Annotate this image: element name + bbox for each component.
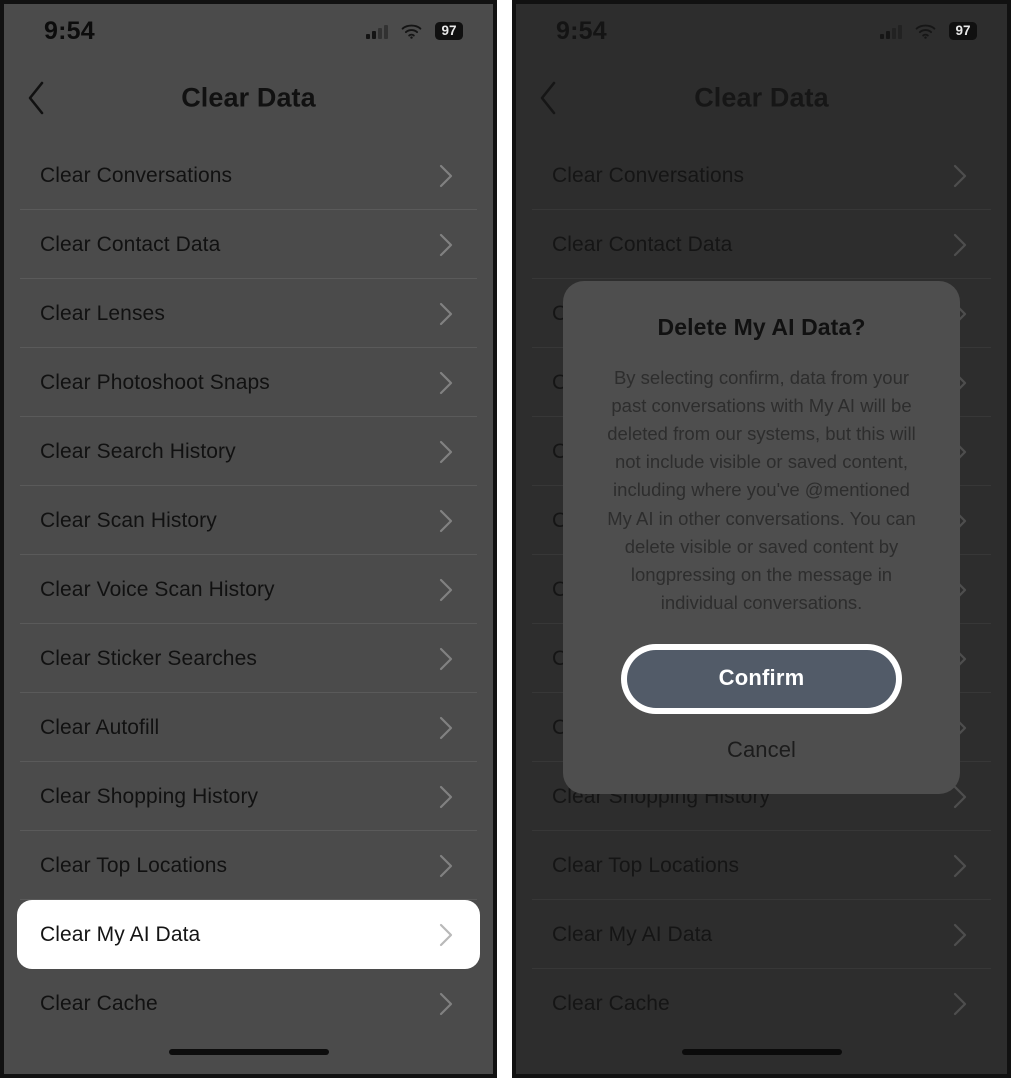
list-item-label: Clear Search History — [40, 439, 236, 463]
chevron-right-icon — [439, 716, 453, 740]
chevron-right-icon — [439, 371, 453, 395]
status-bar: 9:54 97 — [0, 0, 497, 62]
list-item[interactable]: Clear Sticker Searches — [0, 624, 497, 693]
list-item-label: Clear Lenses — [40, 301, 165, 325]
status-bar-clock: 9:54 — [44, 16, 95, 45]
list-item-label: Clear Voice Scan History — [40, 577, 275, 601]
chevron-right-icon — [439, 233, 453, 257]
list-item[interactable]: Clear Scan History — [0, 486, 497, 555]
chevron-right-icon — [439, 992, 453, 1016]
chevron-right-icon — [439, 164, 453, 188]
list-item-label: Clear Shopping History — [40, 784, 259, 808]
screenshot-stage: 9:54 97 Clear Data Clear Conversations Cl — [0, 0, 1011, 1078]
list-item-label: Clear My AI Data — [40, 922, 201, 946]
list-item-label: Clear Scan History — [40, 508, 217, 532]
list-item[interactable]: Clear Voice Scan History — [0, 555, 497, 624]
list-item[interactable]: Clear Shopping History — [0, 762, 497, 831]
navigation-bar: Clear Data — [0, 62, 497, 134]
list-item[interactable]: Clear Contact Data — [0, 210, 497, 279]
phone-screen-list: 9:54 97 Clear Data Clear Conversations Cl — [0, 0, 497, 1078]
list-item-label: Clear Top Locations — [40, 853, 228, 877]
list-item-label: Clear Conversations — [40, 163, 233, 187]
chevron-right-icon — [439, 854, 453, 878]
chevron-right-icon — [439, 578, 453, 602]
battery-icon: 97 — [435, 22, 463, 40]
list-item[interactable]: Clear Top Locations — [0, 831, 497, 900]
list-item-label: Clear Cache — [40, 991, 158, 1015]
list-item[interactable]: Clear Search History — [0, 417, 497, 486]
list-item-label: Clear Photoshoot Snaps — [40, 370, 270, 394]
chevron-right-icon — [439, 509, 453, 533]
chevron-right-icon — [439, 647, 453, 671]
chevron-right-icon — [439, 785, 453, 809]
home-indicator — [168, 1049, 329, 1055]
chevron-right-icon — [439, 923, 453, 947]
cellular-signal-icon — [366, 24, 388, 39]
list-item-label: Clear Contact Data — [40, 232, 221, 256]
page-title: Clear Data — [181, 82, 316, 113]
list-item[interactable]: Clear Autofill — [0, 693, 497, 762]
list-item[interactable]: Clear Lenses — [0, 279, 497, 348]
confirm-button[interactable]: Confirm — [627, 649, 896, 708]
dialog-body-text: By selecting confirm, data from your pas… — [607, 367, 916, 613]
list-item[interactable]: Clear Cache — [0, 969, 497, 1038]
frame-edge-bottom — [0, 1074, 497, 1078]
chevron-right-icon — [439, 302, 453, 326]
list-item-label: Clear Autofill — [40, 715, 160, 739]
list-item[interactable]: Clear Conversations — [0, 141, 497, 210]
clear-data-list: Clear Conversations Clear Contact Data Cle… — [0, 141, 497, 1038]
status-bar-icons: 97 — [366, 22, 463, 40]
list-item-selected[interactable]: Clear My AI Data — [17, 900, 480, 969]
cancel-button[interactable]: Cancel — [587, 728, 936, 768]
phone-screen-dialog: 9:54 97 Clear Data Clear Conversations Cl — [512, 0, 1011, 1078]
confirm-button-ring: Confirm — [621, 643, 902, 714]
wifi-icon — [401, 24, 422, 39]
dialog-title: Delete My AI Data? — [657, 314, 866, 340]
list-item-label: Clear Sticker Searches — [40, 646, 257, 670]
delete-my-ai-data-dialog: Delete My AI Data? By selecting confirm,… — [563, 281, 960, 794]
chevron-right-icon — [439, 440, 453, 464]
list-item[interactable]: Clear Photoshoot Snaps — [0, 348, 497, 417]
